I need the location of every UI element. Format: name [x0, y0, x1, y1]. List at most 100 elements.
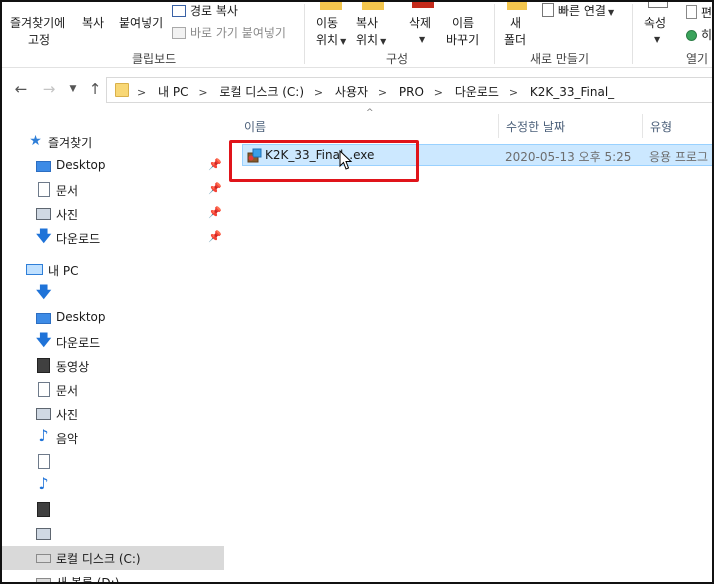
download-arrow-icon: 🡇 — [36, 227, 52, 245]
rename-button[interactable]: 이름 바꾸기 — [446, 14, 479, 48]
properties-button[interactable]: 속성 ▼ — [644, 14, 666, 45]
organize-group-label: 구성 — [386, 52, 409, 66]
document-icon — [38, 454, 50, 469]
move-to-icon — [320, 2, 342, 10]
nav-new-volume-d[interactable]: 새 볼륨 (D:) — [2, 570, 224, 584]
nav-pc-pictures[interactable]: 사진 — [2, 402, 224, 426]
column-divider[interactable] — [498, 114, 499, 138]
back-arrow-icon[interactable]: ← — [12, 80, 30, 98]
nav-local-disk-c[interactable]: 로컬 디스크 (C:) — [2, 546, 224, 570]
nav-pc-videos[interactable]: 동영상 — [2, 354, 224, 378]
nav-label: 다운로드 — [56, 232, 101, 246]
nav-quick-access[interactable]: ★ 즐겨찾기 — [2, 130, 224, 154]
nav-pc-downloads[interactable]: 🡇 다운로드 — [2, 330, 224, 354]
pin-icon[interactable]: 📌 — [208, 182, 222, 195]
music-note-icon: ♪ — [38, 474, 49, 493]
column-divider[interactable] — [642, 114, 643, 138]
breadcrumb-downloads[interactable]: 다운로드 — [455, 85, 499, 99]
rename-label: 이름 — [452, 16, 475, 30]
column-header-modified[interactable]: 수정한 날짜 — [506, 118, 565, 135]
breadcrumb-chevron-icon[interactable]: > — [314, 86, 323, 99]
pictures-icon — [36, 208, 51, 220]
nav-qa-pictures[interactable]: 사진 📌 — [2, 202, 224, 226]
highlight-annotation — [229, 140, 419, 182]
explorer-window: 즐겨찾기에 고정 복사 붙여넣기 경로 복사 바로 가기 붙여넣기 클립보드 이… — [0, 0, 714, 584]
copy-path-label: 경로 복사 — [190, 4, 238, 18]
nav-pc-unnamed-pictures[interactable] — [2, 522, 224, 546]
delete-label: 삭제 — [409, 16, 432, 30]
chevron-down-icon: ▼ — [607, 8, 615, 17]
copy-to-button[interactable]: 복사 위치 ▼ — [356, 14, 386, 48]
forward-arrow-icon[interactable]: → — [40, 80, 58, 98]
paste-shortcut-button[interactable]: 바로 가기 붙여넣기 — [172, 24, 286, 41]
nav-label: 새 볼륨 (D:) — [56, 576, 120, 584]
nav-qa-desktop[interactable]: Desktop 📌 — [2, 154, 224, 178]
move-to-button[interactable]: 이동 위치 ▼ — [316, 14, 346, 48]
nav-label: 문서 — [56, 184, 79, 198]
delete-button[interactable]: 삭제 ▼ — [409, 14, 431, 45]
column-header-name[interactable]: 이름 — [244, 118, 266, 135]
easy-access-label: 빠른 연결 — [558, 4, 606, 18]
breadcrumb: > 내 PC > 로컬 디스크 (C:) > 사용자 > PRO > 다운로드 … — [137, 83, 620, 100]
nav-pc-music[interactable]: ♪ 음악 — [2, 426, 224, 450]
up-arrow-icon[interactable]: ↑ — [86, 80, 104, 98]
nav-label: Desktop — [56, 310, 106, 324]
properties-label: 속성 — [644, 16, 667, 30]
pin-icon[interactable]: 📌 — [208, 158, 222, 171]
breadcrumb-chevron-icon[interactable]: > — [198, 86, 207, 99]
nav-pc-unnamed-video[interactable] — [2, 498, 224, 522]
ribbon: 즐겨찾기에 고정 복사 붙여넣기 경로 복사 바로 가기 붙여넣기 클립보드 이… — [2, 2, 712, 68]
easy-access-button[interactable]: 빠른 연결 ▼ — [542, 2, 614, 19]
address-bar[interactable]: > 내 PC > 로컬 디스크 (C:) > 사용자 > PRO > 다운로드 … — [106, 77, 712, 103]
new-folder-button[interactable]: 새 폴더 — [504, 14, 526, 48]
breadcrumb-pro[interactable]: PRO — [399, 85, 424, 99]
history-button[interactable]: 히 — [686, 26, 712, 43]
breadcrumb-chevron-icon[interactable]: > — [509, 86, 518, 99]
copy-path-button[interactable]: 경로 복사 — [172, 2, 238, 19]
chevron-down-icon: ▼ — [419, 35, 426, 44]
drive-icon — [36, 578, 51, 582]
nav-pc-documents[interactable]: 문서 — [2, 378, 224, 402]
nav-label: 문서 — [56, 384, 79, 398]
breadcrumb-local-disk[interactable]: 로컬 디스크 (C:) — [219, 85, 304, 99]
edit-button[interactable]: 편 — [686, 4, 712, 21]
nav-pc-unnamed-music[interactable]: ♪ — [2, 474, 224, 498]
column-header-type[interactable]: 유형 — [650, 118, 672, 135]
music-note-icon: ♪ — [38, 426, 49, 445]
navigation-bar: ← → ▼ ↑ > 내 PC > 로컬 디스크 (C:) > 사용자 > PRO… — [2, 72, 712, 108]
copy-path-icon — [172, 5, 186, 17]
file-modified: 2020-05-13 오후 5:25 — [505, 150, 632, 164]
paste-button[interactable]: 붙여넣기 — [119, 14, 163, 31]
breadcrumb-chevron-icon[interactable]: > — [137, 86, 146, 99]
copy-button[interactable]: 복사 — [82, 14, 104, 31]
chevron-down-icon: ▼ — [340, 37, 347, 46]
pin-icon[interactable]: 📌 — [208, 230, 222, 243]
video-icon — [37, 358, 50, 373]
paste-shortcut-icon — [172, 27, 186, 39]
nav-pc-desktop[interactable]: Desktop — [2, 306, 224, 330]
recent-locations-chevron-icon[interactable]: ▼ — [64, 84, 82, 94]
breadcrumb-chevron-icon[interactable]: > — [434, 86, 443, 99]
pin-label-2: 고정 — [28, 33, 51, 47]
pin-to-quick-access-button[interactable]: 즐겨찾기에 고정 — [10, 14, 65, 48]
nav-this-pc[interactable]: 내 PC — [2, 258, 224, 282]
nav-pc-unnamed-doc[interactable] — [2, 450, 224, 474]
download-arrow-icon: 🡇 — [36, 283, 52, 301]
edit-icon — [686, 5, 697, 19]
nav-label: 내 PC — [48, 264, 79, 278]
nav-qa-documents[interactable]: 문서 📌 — [2, 178, 224, 202]
desktop-icon — [36, 161, 51, 172]
nav-label: 로컬 디스크 (C:) — [56, 552, 141, 566]
copy-to-icon — [362, 2, 384, 10]
breadcrumb-users[interactable]: 사용자 — [335, 85, 368, 99]
nav-pc-3d-objects[interactable]: 🡇 — [2, 282, 224, 306]
paste-shortcut-label: 바로 가기 붙여넣기 — [190, 26, 286, 40]
breadcrumb-current-folder[interactable]: K2K_33_Final_ — [530, 85, 614, 99]
open-group-label: 열기 — [686, 52, 709, 66]
nav-qa-downloads[interactable]: 🡇 다운로드 📌 — [2, 226, 224, 250]
breadcrumb-this-pc[interactable]: 내 PC — [158, 85, 188, 99]
breadcrumb-chevron-icon[interactable]: > — [378, 86, 387, 99]
pin-icon[interactable]: 📌 — [208, 206, 222, 219]
move-to-label: 이동 — [316, 16, 339, 30]
star-icon: ★ — [29, 133, 42, 149]
